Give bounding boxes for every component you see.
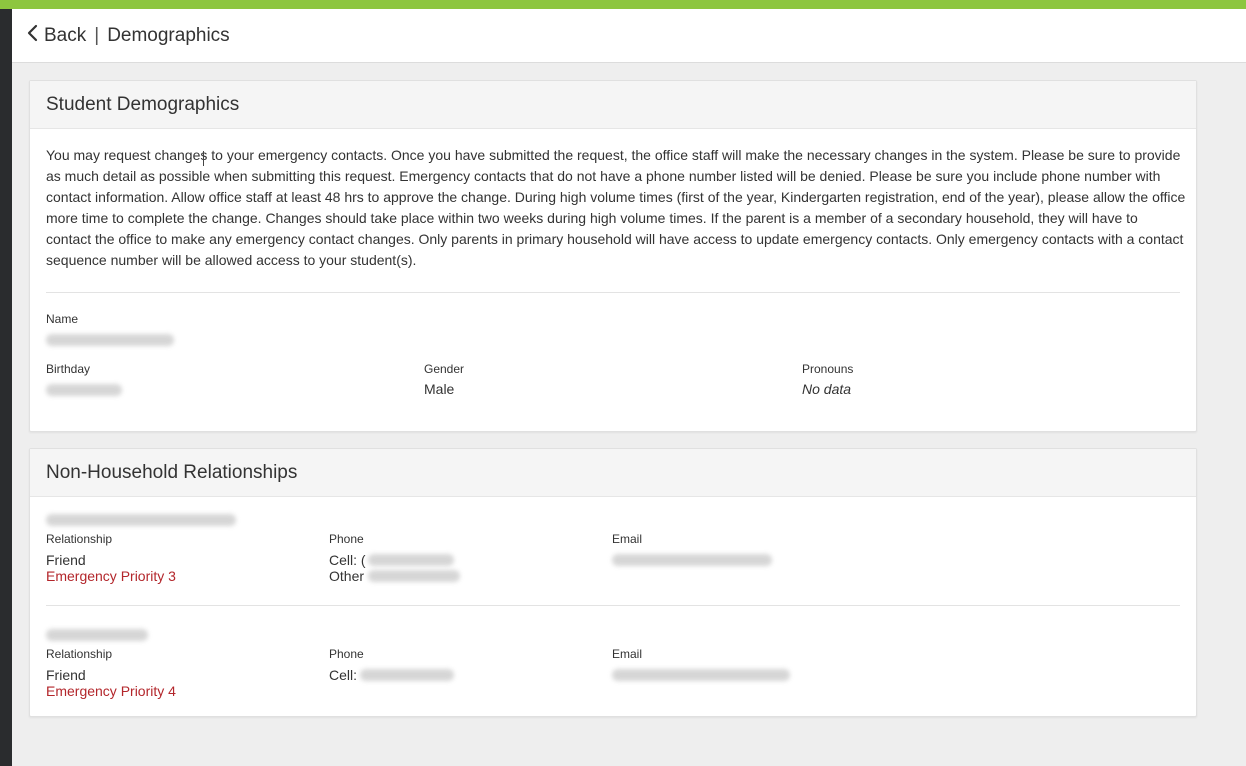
back-label: Back [44, 24, 87, 46]
chevron-left-icon [26, 23, 40, 48]
header-separator: | [94, 24, 100, 46]
email-redacted [612, 554, 772, 566]
contact-name-redacted [46, 629, 148, 641]
non-household-relationships-card: Non-Household Relationships Relationship… [29, 448, 1197, 717]
card-title: Student Demographics [30, 81, 1196, 129]
pronouns-label: Pronouns [802, 362, 854, 376]
phone-other-redacted [368, 570, 460, 582]
pronouns-value: No data [802, 381, 852, 397]
relationship-value: Friend [46, 667, 86, 683]
relationship-label: Relationship [46, 532, 113, 546]
card-title: Non-Household Relationships [30, 449, 1196, 497]
gender-value: Male [424, 381, 455, 397]
emergency-priority: Emergency Priority 4 [46, 683, 176, 699]
page-header: Back | Demographics [12, 9, 1246, 63]
divider [46, 292, 1180, 293]
birthday-value-redacted [46, 384, 122, 396]
emergency-priority: Emergency Priority 3 [46, 568, 176, 584]
top-accent-bar [0, 0, 1246, 9]
gender-label: Gender [424, 362, 465, 376]
back-button[interactable]: Back [26, 23, 86, 48]
email-redacted [612, 669, 790, 681]
contact-name-redacted [46, 514, 236, 526]
page-title: Demographics [107, 24, 230, 46]
relationship-value: Friend [46, 552, 86, 568]
phone-cell-prefix: Cell: ( [329, 552, 366, 568]
phone-cell-redacted [368, 554, 454, 566]
student-demographics-card: Student Demographics You may request cha… [29, 80, 1197, 432]
name-value-redacted [46, 334, 174, 346]
name-label: Name [46, 312, 79, 326]
email-label: Email [612, 647, 643, 661]
phone-other-prefix: Other [329, 568, 365, 584]
intro-text: You may request changes to your emergenc… [46, 147, 1186, 268]
phone-cell-redacted [360, 669, 454, 681]
relationship-label: Relationship [46, 647, 113, 661]
phone-label: Phone [329, 532, 364, 546]
phone-cell-prefix: Cell: [329, 667, 358, 683]
text-cursor-icon [203, 151, 204, 166]
email-label: Email [612, 532, 643, 546]
left-nav-rail [0, 9, 12, 766]
birthday-label: Birthday [46, 362, 91, 376]
divider [46, 605, 1180, 606]
phone-label: Phone [329, 647, 364, 661]
